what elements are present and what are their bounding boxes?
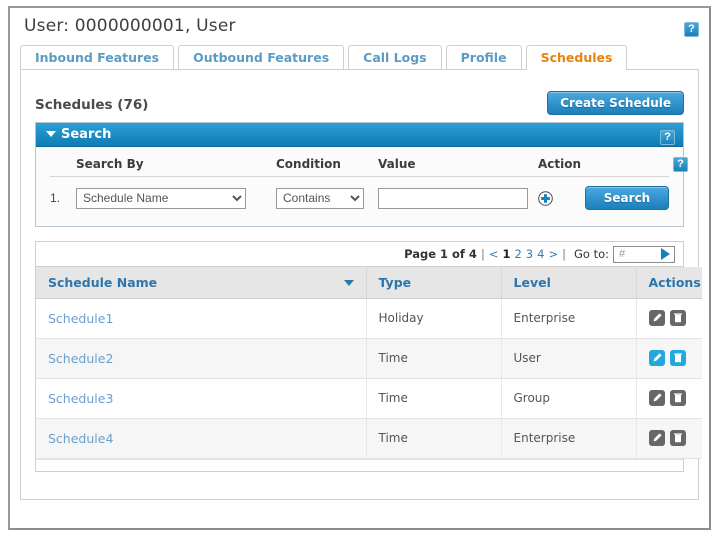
- prev-page-arrow[interactable]: <: [489, 247, 499, 261]
- cell-actions: [636, 378, 702, 419]
- delete-icon[interactable]: [669, 310, 686, 326]
- column-header-schedule-name-label: Schedule Name: [48, 274, 158, 290]
- edit-icon[interactable]: [648, 390, 665, 406]
- cell-schedule-name: Schedule4: [36, 418, 367, 459]
- sort-descending-caret-icon[interactable]: [343, 280, 354, 286]
- page-number-4[interactable]: 4: [537, 247, 544, 261]
- cell-type: Time: [366, 378, 502, 419]
- search-row-index: 1.: [50, 191, 61, 205]
- cell-type: Time: [366, 338, 502, 379]
- condition-select[interactable]: Contains: [276, 187, 364, 209]
- search-col-index: [50, 157, 76, 177]
- page-number-3[interactable]: 3: [526, 247, 533, 261]
- goto-page-input[interactable]: [617, 247, 651, 261]
- cell-actions: [636, 298, 702, 339]
- cell-schedule-name: Schedule2: [36, 338, 367, 379]
- column-header-schedule-name[interactable]: Schedule Name: [36, 267, 367, 299]
- column-header-type[interactable]: Type: [366, 267, 502, 299]
- search-value-input[interactable]: [378, 187, 528, 209]
- schedule-link[interactable]: Schedule4: [48, 431, 113, 446]
- page-indicator: Page 1 of 4: [404, 247, 477, 261]
- delete-icon[interactable]: [669, 350, 686, 366]
- condition-cell: Contains: [276, 177, 378, 211]
- schedules-panel: ? Schedules (76) Create Schedule Search …: [20, 70, 702, 500]
- help-icon[interactable]: ?: [684, 22, 699, 37]
- goto-page-field[interactable]: [613, 245, 675, 263]
- search-button-cell: Search: [578, 177, 669, 210]
- tab-outbound-features[interactable]: Outbound Features: [178, 45, 345, 69]
- search-panel: Search ? Search By Condition Value Actio…: [35, 122, 684, 227]
- cell-schedule-name: Schedule3: [36, 378, 367, 419]
- search-col-value: Value: [378, 157, 538, 177]
- tab-bar: Inbound Features Outbound Features Call …: [20, 45, 699, 70]
- cell-type: Time: [366, 418, 502, 459]
- cell-actions: [636, 418, 702, 459]
- goto-label: Go to:: [573, 247, 609, 261]
- cell-type: Holiday: [366, 298, 502, 339]
- search-criteria-grid: Search By Condition Value Action 1. Sche…: [50, 157, 669, 210]
- pager-separator-1: |: [480, 247, 485, 261]
- go-arrow-icon[interactable]: [661, 248, 670, 260]
- search-criteria-row: 1. Schedule Name Contains Search: [50, 177, 669, 211]
- browser-window-frame: User: 0000000001, User ? Inbound Feature…: [8, 6, 711, 530]
- cell-schedule-name: Schedule1: [36, 298, 367, 339]
- cell-level: Group: [501, 378, 637, 419]
- table-row: Schedule3 Time Group: [36, 378, 702, 419]
- schedules-count-title: Schedules (76): [35, 97, 149, 113]
- cell-level: Enterprise: [501, 298, 637, 339]
- edit-icon[interactable]: [648, 430, 665, 446]
- schedule-link[interactable]: Schedule2: [48, 351, 113, 366]
- page-number-2[interactable]: 2: [514, 247, 521, 261]
- tab-schedules[interactable]: Schedules: [525, 45, 628, 70]
- search-by-cell: Schedule Name: [76, 177, 276, 211]
- tab-call-logs[interactable]: Call Logs: [348, 45, 442, 69]
- delete-icon[interactable]: [669, 390, 686, 406]
- caret-down-icon[interactable]: [46, 131, 56, 137]
- edit-icon[interactable]: [648, 350, 665, 366]
- search-by-select[interactable]: Schedule Name: [76, 187, 246, 209]
- schedule-link[interactable]: Schedule1: [48, 311, 113, 326]
- plus-circle-icon[interactable]: [538, 190, 553, 206]
- column-header-actions: Actions: [636, 267, 702, 299]
- next-page-arrow[interactable]: >: [548, 247, 558, 261]
- table-row: Schedule1 Holiday Enterprise: [36, 298, 702, 339]
- pagination-bar: Page 1 of 4 | < 1 2 3 4 > | Go to:: [36, 242, 683, 267]
- schedules-table-container: Page 1 of 4 | < 1 2 3 4 > | Go to: # Sch…: [35, 241, 702, 472]
- delete-icon[interactable]: [669, 430, 686, 446]
- table-row-partial: [36, 458, 683, 471]
- search-panel-body: Search By Condition Value Action 1. Sche…: [36, 147, 683, 226]
- edit-icon[interactable]: [648, 310, 665, 326]
- search-button[interactable]: Search: [585, 186, 669, 210]
- table-header-row: Schedule Name Type Level Actions: [36, 267, 702, 299]
- search-col-search-by: Search By: [76, 157, 276, 177]
- page-number-1[interactable]: 1: [502, 247, 510, 261]
- table-row: Schedule2 Time User: [36, 338, 702, 379]
- search-panel-title: Search: [61, 127, 112, 142]
- search-panel-header[interactable]: Search ?: [36, 123, 683, 147]
- tab-profile[interactable]: Profile: [445, 45, 522, 69]
- create-schedule-button[interactable]: Create Schedule: [547, 91, 684, 115]
- cell-actions: [636, 338, 702, 379]
- value-cell: [378, 177, 538, 211]
- panel-help-icon[interactable]: ?: [673, 157, 688, 172]
- pager-separator-2: |: [562, 247, 566, 261]
- table-row: Schedule4 Time Enterprise: [36, 418, 702, 459]
- search-col-condition: Condition: [276, 157, 378, 177]
- tab-inbound-features[interactable]: Inbound Features: [20, 45, 175, 69]
- cell-level: Enterprise: [501, 418, 637, 459]
- search-col-action: Action: [538, 157, 669, 177]
- page-header: User: 0000000001, User ?: [10, 8, 709, 46]
- search-help-icon[interactable]: ?: [660, 130, 675, 145]
- section-header: Schedules (76) Create Schedule: [35, 70, 684, 122]
- add-criteria-cell: [538, 177, 578, 211]
- schedules-table: Schedule Name Type Level Actions Schedul…: [36, 267, 702, 459]
- page-title: User: 0000000001, User: [24, 16, 236, 36]
- schedule-link[interactable]: Schedule3: [48, 391, 113, 406]
- column-header-level[interactable]: Level: [501, 267, 637, 299]
- cell-level: User: [501, 338, 637, 379]
